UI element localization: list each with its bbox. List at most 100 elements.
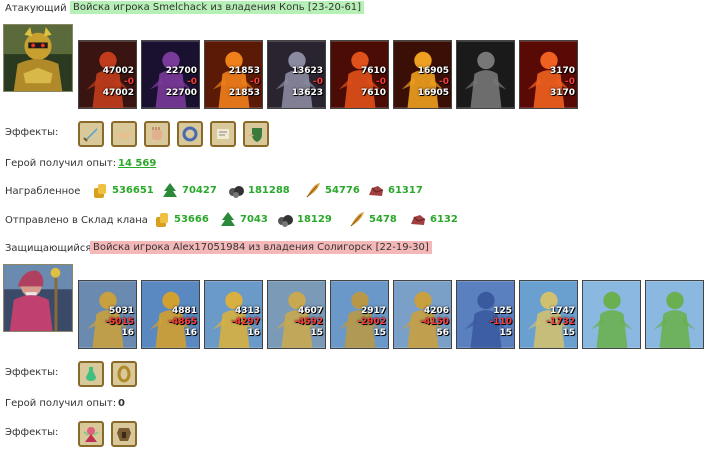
creature-icon [457, 41, 514, 108]
defender-unit-slot[interactable]: 4881 -4865 16 [141, 280, 200, 349]
attacker-unit-slot[interactable]: 13623 -0 13623 [267, 40, 326, 109]
attacker-xp-label: Герой получил опыт: [5, 158, 117, 169]
attacker-unit-top-count: 7610 [360, 66, 386, 76]
loot-resource-value: 54776 [325, 185, 360, 196]
attacker-hero-portrait[interactable] [3, 24, 73, 92]
gold-icon [94, 184, 106, 198]
defender-title: Войска игрока Alex17051984 из владения С… [90, 241, 432, 254]
defender-unit-slot[interactable] [582, 280, 641, 349]
attacker-unit-mid-count: -0 [565, 77, 575, 87]
attacker-unit-mid-count: -0 [250, 77, 260, 87]
stone-icon [369, 186, 384, 196]
defender-unit-slot[interactable]: 4607 -4592 15 [267, 280, 326, 349]
feather-icon [350, 212, 364, 227]
defender-unit-top-count: 5031 [108, 306, 134, 316]
loot-resource: 536651 [92, 182, 154, 198]
clan-resource: 18129 [277, 211, 332, 227]
attacker-unit-top-count: 47002 [102, 66, 134, 76]
attacker-effect-slot[interactable] [243, 121, 269, 147]
attacker-effect-slot[interactable] [111, 121, 137, 147]
defender-unit-mid-count: -4592 [294, 317, 323, 327]
defender-extra-effect-slot[interactable] [78, 421, 104, 447]
defender-unit-slot[interactable]: 4313 -4297 16 [204, 280, 263, 349]
sword-icon [83, 128, 97, 142]
attacker-effect-slot[interactable] [78, 121, 104, 147]
fist-icon [152, 127, 162, 140]
feather-icon [306, 183, 320, 198]
attacker-unit-bottom-count: 3170 [549, 88, 575, 98]
defender-unit-bottom-count: 16 [184, 328, 197, 338]
stone-icon [411, 215, 426, 225]
shield-hand-icon [248, 128, 262, 142]
attacker-effect-slot[interactable] [210, 121, 236, 147]
attacker-unit-slot[interactable]: 47002 -0 47002 [78, 40, 137, 109]
loot-resource-value: 536651 [112, 185, 154, 196]
defender-unit-slot[interactable]: 5031 -5015 16 [78, 280, 137, 349]
attacker-unit-mid-count: -0 [124, 77, 134, 87]
clan-resource-value: 5478 [369, 214, 397, 225]
clan-resource: 53666 [154, 211, 209, 227]
defender-effect-slot[interactable] [78, 361, 104, 387]
loot-resource: 61317 [368, 182, 423, 198]
clan-resource-value: 53666 [174, 214, 209, 225]
loot-resource-value: 70427 [182, 185, 217, 196]
defender-effect-slot[interactable] [111, 361, 137, 387]
armor-icon [117, 428, 131, 441]
ore-icon [229, 186, 244, 198]
defender-unit-slot[interactable]: 4206 -4150 56 [393, 280, 452, 349]
clan-resource: 7043 [220, 211, 268, 227]
defender-hero-portrait[interactable] [3, 264, 73, 332]
attacker-xp-value[interactable]: 14 569 [118, 158, 156, 169]
defender-unit-mid-count: -110 [489, 317, 512, 327]
defender-xp-label: Герой получил опыт: [5, 398, 117, 409]
creature-icon [646, 281, 703, 348]
defender-unit-slot[interactable]: 125 -110 15 [456, 280, 515, 349]
loot-resource: 54776 [305, 182, 360, 198]
clan-resource-value: 7043 [240, 214, 268, 225]
attacker-unit-slot[interactable]: 16905 -0 16905 [393, 40, 452, 109]
gold-icon [156, 213, 168, 227]
wood-icon [163, 183, 177, 197]
attacker-unit-slot[interactable]: 21853 -0 21853 [204, 40, 263, 109]
attacker-unit-top-count: 21853 [228, 66, 260, 76]
clan-resource-value: 18129 [297, 214, 332, 225]
defender-unit-bottom-count: 15 [499, 328, 512, 338]
defender-unit-slot[interactable]: 1747 -1732 15 [519, 280, 578, 349]
attacker-unit-mid-count: -0 [376, 77, 386, 87]
loot-label: Награбленное [5, 186, 81, 197]
defender-unit-slot[interactable] [645, 280, 704, 349]
attacker-unit-bottom-count: 13623 [291, 88, 323, 98]
attacker-unit-bottom-count: 22700 [165, 88, 197, 98]
attacker-unit-bottom-count: 7610 [360, 88, 386, 98]
hero-knight-icon [4, 25, 72, 91]
potion-icon [86, 367, 96, 381]
defender-unit-bottom-count: 16 [121, 328, 134, 338]
attacker-effect-slot[interactable] [177, 121, 203, 147]
defender-unit-mid-count: -4150 [420, 317, 449, 327]
fairy-icon [83, 427, 99, 442]
defender-unit-bottom-count: 15 [310, 328, 323, 338]
defender-unit-top-count: 4313 [234, 306, 260, 316]
attacker-unit-slot[interactable]: 7610 -0 7610 [330, 40, 389, 109]
scroll-icon [217, 129, 229, 139]
ring-icon [182, 126, 198, 142]
attacker-unit-bottom-count: 47002 [102, 88, 134, 98]
attacker-effect-slot[interactable] [144, 121, 170, 147]
defender-label: Защищающийся: [5, 243, 95, 254]
handshake-icon [116, 132, 132, 139]
loot-resource: 181288 [228, 182, 290, 198]
defender-unit-mid-count: -1732 [546, 317, 575, 327]
defender-unit-slot[interactable]: 2917 -2902 15 [330, 280, 389, 349]
loot-resource: 70427 [162, 182, 217, 198]
defender-unit-mid-count: -5015 [105, 317, 134, 327]
defender-extra-effect-slot[interactable] [111, 421, 137, 447]
clan-resource: 5478 [349, 211, 397, 227]
attacker-unit-slot[interactable]: 3170 -0 3170 [519, 40, 578, 109]
defender-unit-bottom-count: 15 [562, 328, 575, 338]
attacker-unit-bottom-count: 21853 [228, 88, 260, 98]
defender-unit-mid-count: -4297 [231, 317, 260, 327]
attacker-unit-slot[interactable]: 22700 -0 22700 [141, 40, 200, 109]
attacker-unit-mid-count: -0 [439, 77, 449, 87]
defender-unit-mid-count: -2902 [357, 317, 386, 327]
attacker-unit-slot[interactable] [456, 40, 515, 109]
